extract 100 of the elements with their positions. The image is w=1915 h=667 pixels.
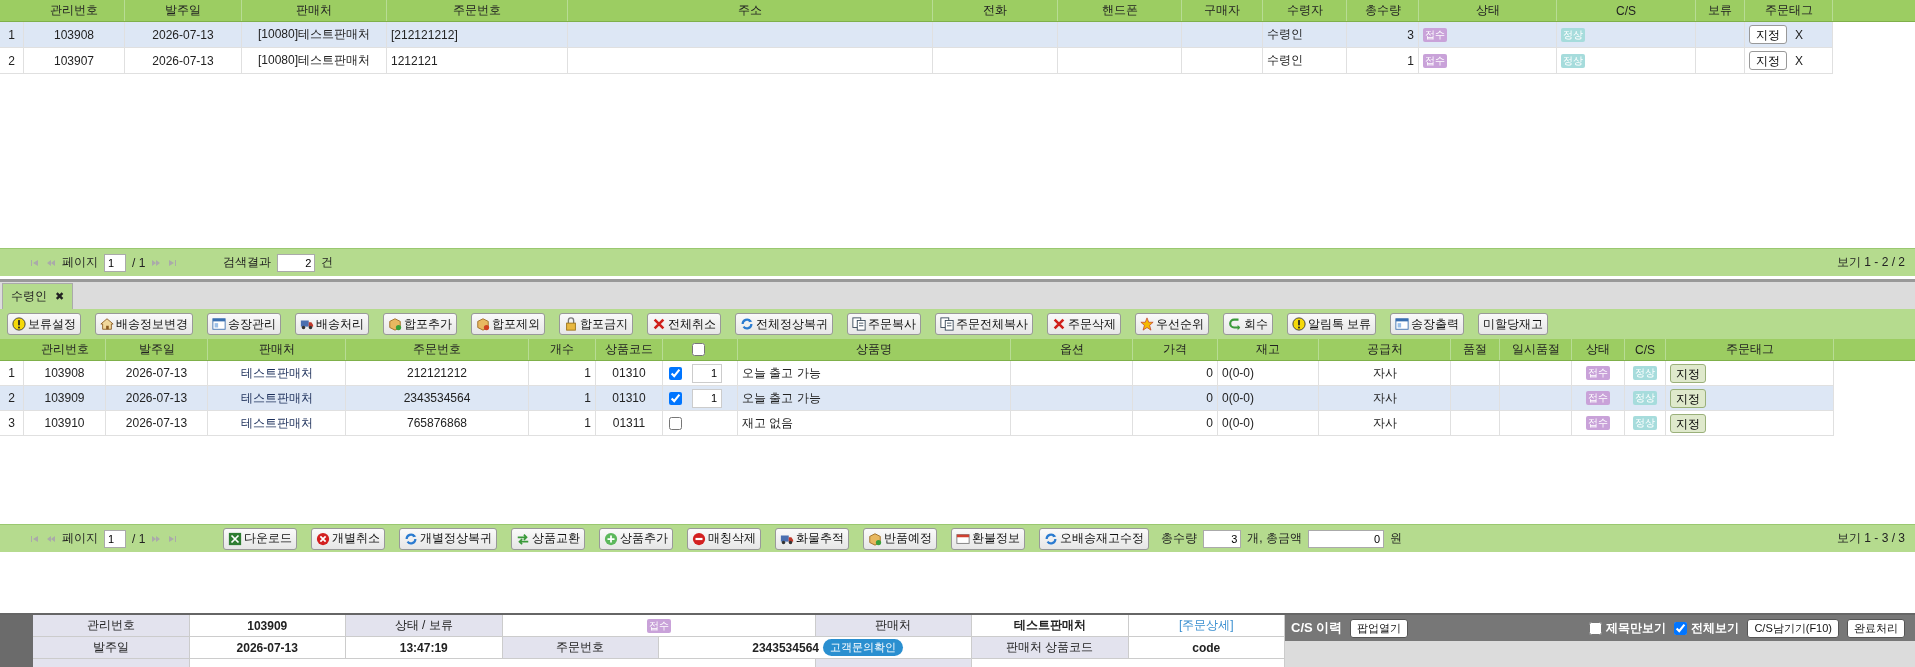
total-quantity-field[interactable]: 3 (1203, 529, 1242, 548)
first-page-icon[interactable] (30, 534, 40, 543)
tag-button[interactable]: 지정 (1749, 25, 1787, 44)
column-header[interactable]: 관리번호 (24, 339, 106, 360)
column-header[interactable]: 공급처 (1319, 339, 1451, 360)
action-button[interactable]: 개별정상복귀 (399, 527, 498, 550)
action-button[interactable]: 화물추적 (775, 527, 850, 550)
column-header[interactable]: 상태 (1572, 339, 1625, 360)
toolbar-button[interactable]: 송장출력 (1390, 313, 1465, 335)
write-cs-button[interactable]: C/S남기기(F10) (1747, 618, 1839, 638)
remove-button[interactable]: X (1795, 53, 1803, 68)
column-header[interactable]: 일시품절 (1500, 339, 1572, 360)
column-header[interactable]: 주문태그 (1745, 0, 1833, 21)
action-button[interactable]: 반품예정 (863, 527, 938, 550)
action-button[interactable]: 상품교환 (511, 527, 586, 550)
inquiry-button[interactable]: 고객문의확인 (823, 639, 903, 656)
row-checkbox[interactable] (669, 366, 682, 380)
toolbar-button[interactable]: 합포금지 (559, 313, 633, 335)
page-input[interactable]: 1 (104, 253, 126, 272)
page-input[interactable]: 1 (104, 529, 126, 548)
column-header[interactable]: C/S (1557, 0, 1696, 21)
toolbar-button[interactable]: 전체취소 (647, 313, 721, 335)
toolbar-button[interactable]: 주문복사 (847, 313, 921, 335)
action-button[interactable]: 환불정보 (951, 527, 1026, 550)
tag-button[interactable]: 지정 (1670, 413, 1706, 433)
remove-button[interactable]: X (1795, 27, 1803, 42)
next-page-icon[interactable] (151, 534, 162, 543)
tag-button[interactable]: 지정 (1670, 388, 1706, 408)
previous-page-icon[interactable] (46, 258, 56, 267)
column-header[interactable]: 주소 (568, 0, 933, 21)
select-all-checkbox[interactable] (691, 343, 705, 356)
last-page-icon[interactable] (167, 534, 178, 543)
toolbar-button[interactable]: 배송처리 (295, 313, 369, 335)
title-only-checkbox[interactable] (1589, 621, 1603, 635)
action-button[interactable]: 다운로드 (223, 527, 298, 550)
table-cell: 103909 (24, 386, 106, 411)
result-count-field[interactable]: 2 (277, 253, 316, 272)
show-all-checkbox[interactable] (1674, 621, 1688, 635)
toolbar-button[interactable]: 우선순위 (1135, 313, 1209, 335)
column-header[interactable]: 핸드폰 (1058, 0, 1182, 21)
toolbar-button[interactable]: 보류설정 (7, 313, 81, 335)
column-header[interactable]: 품절 (1451, 339, 1500, 360)
quantity-field[interactable]: 1 (692, 363, 722, 383)
complete-button[interactable]: 완료처리 (1847, 618, 1905, 638)
column-header[interactable]: 상품코드 (596, 339, 663, 360)
toolbar-button[interactable]: 배송정보변경 (95, 313, 193, 335)
last-page-icon[interactable] (167, 258, 178, 267)
quantity-field[interactable]: 1 (692, 388, 722, 408)
previous-page-icon[interactable] (46, 534, 56, 543)
toolbar-button[interactable]: 미할당재고 (1478, 313, 1549, 335)
row-number[interactable]: 2 (0, 386, 24, 411)
column-header[interactable]: 가격 (1133, 339, 1218, 360)
column-header[interactable]: 수령자 (1263, 0, 1347, 21)
column-header[interactable]: 판매처 (242, 0, 387, 21)
total-amount-field[interactable]: 0 (1308, 529, 1384, 548)
column-header[interactable]: 발주일 (106, 339, 208, 360)
total-quantity-label: 총수량 (1161, 530, 1198, 547)
column-header[interactable]: 발주일 (125, 0, 242, 21)
close-icon[interactable]: ✖ (55, 290, 65, 303)
action-button[interactable]: 개별취소 (311, 527, 386, 550)
column-header[interactable]: 주문태그 (1666, 339, 1834, 360)
toolbar-button[interactable]: 송장관리 (207, 313, 281, 335)
tab[interactable]: 수령인 ✖ (2, 283, 74, 309)
column-header[interactable]: 총수량 (1347, 0, 1419, 21)
column-header[interactable]: 개수 (529, 339, 596, 360)
action-button[interactable]: 오배송재고수정 (1039, 527, 1150, 550)
column-header[interactable]: C/S (1625, 339, 1666, 360)
toolbar-button[interactable]: 주문전체복사 (935, 313, 1033, 335)
toolbar-button[interactable]: 전체정상복귀 (735, 313, 833, 335)
row-checkbox[interactable] (669, 391, 682, 405)
column-header[interactable]: 보류 (1696, 0, 1745, 21)
table-cell: 2026-07-13 (106, 386, 208, 411)
action-button[interactable]: 상품추가 (599, 527, 674, 550)
tag-button[interactable]: 지정 (1749, 51, 1787, 70)
tag-button[interactable]: 지정 (1670, 363, 1706, 383)
column-header[interactable]: 관리번호 (24, 0, 125, 21)
first-page-icon[interactable] (30, 258, 40, 267)
table-cell (1451, 411, 1500, 436)
column-header[interactable]: 구매자 (1182, 0, 1263, 21)
toolbar-button[interactable]: 주문삭제 (1047, 313, 1121, 335)
action-button[interactable]: 매칭삭제 (687, 527, 762, 550)
column-header[interactable]: 주문번호 (346, 339, 529, 360)
column-header[interactable]: 전화 (933, 0, 1058, 21)
toolbar-button[interactable]: 알림톡 보류 (1287, 313, 1377, 335)
column-header[interactable]: 옵션 (1011, 339, 1133, 360)
row-checkbox[interactable] (669, 416, 682, 430)
toolbar-button[interactable]: 합포제외 (471, 313, 545, 335)
column-header[interactable]: 판매처 (208, 339, 346, 360)
toolbar-button[interactable]: 회수 (1223, 313, 1273, 335)
column-header[interactable]: 상품명 (738, 339, 1011, 360)
order-detail-link[interactable]: [주문상세] (1178, 617, 1234, 634)
next-page-icon[interactable] (151, 258, 162, 267)
row-number[interactable]: 1 (0, 22, 24, 48)
column-header[interactable]: 재고 (1218, 339, 1319, 360)
column-header[interactable]: 상태 (1419, 0, 1557, 21)
popup-button[interactable]: 팝업열기 (1350, 618, 1409, 638)
row-number[interactable]: 2 (0, 48, 24, 74)
toolbar-button[interactable]: 합포추가 (383, 313, 457, 335)
column-header[interactable]: 주문번호 (387, 0, 568, 21)
row-number[interactable]: 3 (0, 411, 24, 436)
